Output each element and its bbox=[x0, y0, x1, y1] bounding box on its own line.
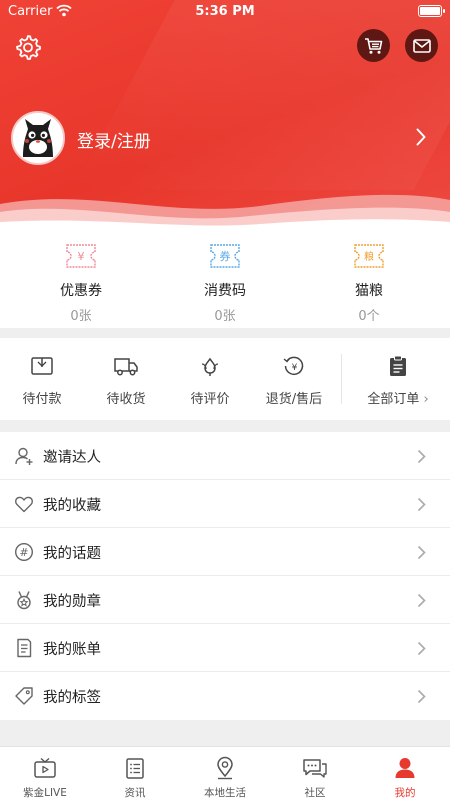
tab-news[interactable]: 资讯 bbox=[90, 755, 180, 800]
tab-label: 社区 bbox=[304, 787, 326, 799]
chevron-right-icon bbox=[417, 545, 426, 560]
cart-icon bbox=[365, 37, 383, 54]
svg-text:券: 券 bbox=[220, 249, 231, 263]
tab-label: 紫金LIVE bbox=[23, 787, 67, 799]
order-pending-delivery[interactable]: 待收货 bbox=[84, 354, 168, 407]
tab-mine[interactable]: 我的 bbox=[360, 755, 450, 800]
truck-icon bbox=[114, 358, 138, 376]
news-icon bbox=[126, 758, 144, 779]
medal-icon bbox=[17, 591, 31, 610]
login-register-link[interactable]: 登录/注册 bbox=[77, 127, 151, 152]
profile-menu-list: 邀请达人 我的收藏 # 我的话题 我的勋章 我的账单 我的标签 bbox=[0, 432, 450, 720]
profile-icon bbox=[395, 758, 415, 778]
stat-label: 消费码 bbox=[204, 283, 246, 299]
tab-label: 本地生活 bbox=[204, 787, 246, 799]
stat-value: 0个 bbox=[358, 309, 380, 324]
stat-coupons[interactable]: ¥ 优惠券 0张 bbox=[6, 242, 156, 324]
stat-value: 0张 bbox=[214, 309, 236, 324]
clipboard-icon bbox=[390, 355, 406, 376]
refund-icon: ¥ bbox=[283, 356, 304, 375]
order-pending-payment[interactable]: 待付款 bbox=[0, 354, 84, 407]
menu-item-label: 我的标签 bbox=[43, 690, 101, 706]
chevron-right-icon bbox=[417, 593, 426, 608]
review-icon bbox=[201, 357, 219, 376]
messages-button[interactable] bbox=[405, 29, 438, 62]
stat-label: 猫粮 bbox=[355, 283, 383, 299]
order-label: 待收货 bbox=[106, 392, 146, 407]
menu-item-label: 邀请达人 bbox=[43, 450, 101, 466]
order-status-bar: 待付款 待收货 待评价 ¥ 退货/售后 全部订单 › bbox=[0, 338, 450, 420]
location-icon bbox=[217, 756, 233, 780]
order-label: 待评价 bbox=[190, 392, 230, 407]
community-icon bbox=[303, 759, 327, 778]
header-wave bbox=[0, 194, 450, 232]
battery-icon bbox=[418, 5, 445, 17]
status-bar: Carrier 5:36 PM bbox=[0, 0, 450, 24]
orders-divider bbox=[341, 354, 342, 404]
live-icon bbox=[34, 757, 56, 778]
cat-food-icon: 粮 bbox=[354, 244, 384, 268]
order-label: 退货/售后 bbox=[265, 392, 323, 407]
chevron-right-icon bbox=[417, 449, 426, 464]
tab-label: 资讯 bbox=[124, 787, 146, 799]
all-orders-label: 全部订单 › bbox=[367, 392, 429, 407]
wallet-stats: ¥ 优惠券 0张 券 消费码 0张 粮 猫粮 0个 bbox=[0, 232, 450, 328]
tag-icon bbox=[15, 687, 33, 705]
menu-item-invite[interactable]: 邀请达人 bbox=[0, 432, 450, 480]
svg-text:¥: ¥ bbox=[292, 363, 298, 373]
header-sheen bbox=[73, 0, 450, 190]
menu-item-medals[interactable]: 我的勋章 bbox=[0, 576, 450, 624]
chevron-right-icon: › bbox=[423, 392, 429, 407]
chevron-right-icon[interactable] bbox=[416, 128, 426, 146]
menu-item-label: 我的勋章 bbox=[43, 594, 101, 610]
all-orders-link[interactable]: 全部订单 › bbox=[346, 354, 450, 407]
order-refund[interactable]: ¥ 退货/售后 bbox=[252, 354, 336, 407]
bill-icon bbox=[17, 638, 32, 658]
tab-community[interactable]: 社区 bbox=[270, 755, 360, 800]
stat-value: 0张 bbox=[70, 309, 92, 324]
avatar[interactable] bbox=[11, 111, 65, 165]
hashtag-icon: # bbox=[14, 542, 34, 562]
chevron-right-icon bbox=[417, 689, 426, 704]
tab-live[interactable]: 紫金LIVE bbox=[0, 755, 90, 800]
coupon-icon: ¥ bbox=[66, 244, 96, 268]
svg-text:#: # bbox=[19, 546, 28, 559]
cat-mascot-icon bbox=[13, 113, 63, 163]
cart-button[interactable] bbox=[357, 29, 390, 62]
menu-item-bills[interactable]: 我的账单 bbox=[0, 624, 450, 672]
menu-item-topics[interactable]: # 我的话题 bbox=[0, 528, 450, 576]
invite-icon bbox=[15, 447, 33, 465]
voucher-icon: 券 bbox=[210, 244, 240, 268]
order-label: 待付款 bbox=[22, 392, 62, 407]
menu-item-label: 我的收藏 bbox=[43, 498, 101, 514]
bottom-tab-bar: 紫金LIVE 资讯 本地生活 社区 我的 bbox=[0, 746, 450, 800]
svg-text:粮: 粮 bbox=[364, 250, 374, 263]
stat-label: 优惠券 bbox=[60, 283, 102, 299]
settings-gear-icon[interactable] bbox=[14, 33, 42, 61]
stat-cat-food[interactable]: 粮 猫粮 0个 bbox=[294, 242, 444, 324]
menu-item-label: 我的账单 bbox=[43, 642, 101, 658]
tab-label: 我的 bbox=[394, 787, 416, 799]
mail-icon bbox=[412, 38, 431, 53]
chevron-right-icon bbox=[417, 497, 426, 512]
wallet-icon bbox=[31, 357, 53, 375]
svg-text:¥: ¥ bbox=[78, 250, 85, 263]
stat-vouchers[interactable]: 券 消费码 0张 bbox=[150, 242, 300, 324]
menu-item-tags[interactable]: 我的标签 bbox=[0, 672, 450, 720]
chevron-right-icon bbox=[417, 641, 426, 656]
heart-icon bbox=[15, 496, 33, 513]
menu-item-label: 我的话题 bbox=[43, 546, 101, 562]
order-pending-review[interactable]: 待评价 bbox=[168, 354, 252, 407]
clock-label: 5:36 PM bbox=[195, 4, 255, 19]
menu-item-favorites[interactable]: 我的收藏 bbox=[0, 480, 450, 528]
tab-local-life[interactable]: 本地生活 bbox=[180, 755, 270, 800]
